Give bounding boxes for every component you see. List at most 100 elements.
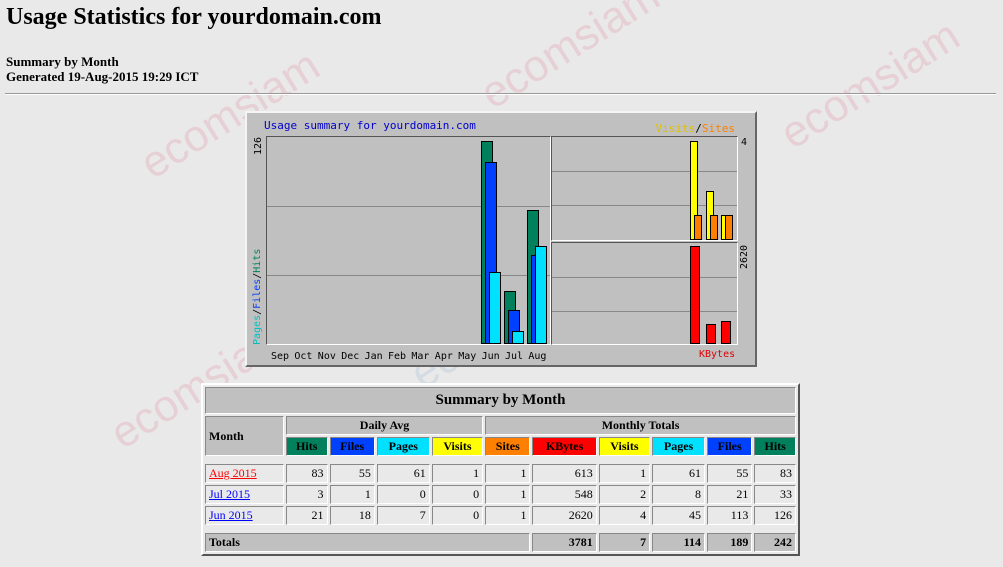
col-daily-hits: Hits [285, 437, 328, 456]
totals-row: Totals 3781 7 114 189 242 [205, 533, 796, 552]
table-row: Jun 2015 21 18 7 0 1 2620 4 45 113 126 [205, 506, 796, 525]
visits-axis-max: 4 [741, 137, 748, 148]
totals-kbytes: 3781 [532, 533, 597, 552]
sites-bar [694, 215, 702, 240]
totals-visits: 7 [598, 533, 651, 552]
pages-bar [535, 245, 548, 344]
col-visits: Visits [598, 437, 651, 456]
left-axis-label: Pages/Files/Hits [252, 249, 263, 345]
table-cell: 0 [431, 485, 484, 504]
legend-separator: / [695, 122, 702, 135]
table-cell: 1 [485, 464, 531, 483]
table-cell: 21 [285, 506, 328, 525]
visits-sites-panel [551, 136, 738, 241]
table-cell: 126 [754, 506, 796, 525]
table-cell: 0 [376, 485, 430, 504]
summary-table: Summary by Month Month Daily Avg Monthly… [201, 383, 800, 556]
month-tick-label: Oct [294, 351, 313, 362]
month-cell: Aug 2015 [205, 464, 284, 483]
table-cell: 2 [598, 485, 651, 504]
month-cell: Jul 2015 [205, 485, 284, 504]
col-pages: Pages [652, 437, 705, 456]
summary-subtitle: Summary by Month [6, 54, 119, 69]
table-cell: 21 [706, 485, 753, 504]
watermark: ecomsiam [771, 10, 968, 159]
col-files: Files [706, 437, 753, 456]
table-cell: 1 [485, 485, 531, 504]
table-cell: 45 [652, 506, 705, 525]
col-sites: Sites [485, 437, 531, 456]
month-tick-label: Aug [528, 351, 547, 362]
table-cell: 0 [431, 506, 484, 525]
table-title: Summary by Month [205, 387, 796, 414]
axis-separator: / [252, 272, 263, 279]
totals-hits: 242 [754, 533, 796, 552]
table-cell: 1 [485, 506, 531, 525]
table-cell: 548 [532, 485, 597, 504]
totals-label: Totals [205, 533, 531, 552]
totals-pages: 114 [652, 533, 705, 552]
col-hits: Hits [754, 437, 796, 456]
month-tick-label: Feb [388, 351, 407, 362]
table-cell: 8 [652, 485, 705, 504]
table-row: Aug 2015 83 55 61 1 1 613 1 61 55 83 [205, 464, 796, 483]
monthly-totals-header: Monthly Totals [485, 416, 796, 435]
table-cell: 613 [532, 464, 597, 483]
month-tick-label: Apr [434, 351, 453, 362]
table-cell: 61 [376, 464, 430, 483]
table-cell: 33 [754, 485, 796, 504]
table-cell: 61 [652, 464, 705, 483]
legend-visits: Visits [655, 122, 696, 135]
kbytes-label: KBytes [699, 349, 736, 360]
month-tick-label: Sep [271, 351, 290, 362]
col-daily-files: Files [329, 437, 375, 456]
table-cell: 7 [376, 506, 430, 525]
pages-bar [488, 271, 501, 344]
totals-files: 189 [706, 533, 753, 552]
usage-summary-chart: Usage summary for yourdomain.com Visits/… [245, 111, 757, 367]
col-kbytes: KBytes [532, 437, 597, 456]
chart-legend-visits-sites: Visits/Sites [656, 122, 736, 135]
legend-sites: Sites [701, 122, 735, 135]
table-cell: 55 [329, 464, 375, 483]
table-row: Jul 2015 3 1 0 0 1 548 2 8 21 33 [205, 485, 796, 504]
table-cell: 55 [706, 464, 753, 483]
axis-separator: / [252, 308, 263, 315]
month-cell: Jun 2015 [205, 506, 284, 525]
col-daily-pages: Pages [376, 437, 430, 456]
month-link[interactable]: Jun 2015 [209, 508, 253, 522]
kbytes-panel [551, 242, 738, 345]
table-cell: 83 [285, 464, 328, 483]
table-cell: 18 [329, 506, 375, 525]
kbytes-axis-max: 2620 [739, 244, 750, 269]
table-cell: 1 [598, 464, 651, 483]
watermark: ecomsiam [471, 0, 668, 119]
axis-pages-label: Pages [252, 314, 263, 345]
table-cell: 4 [598, 506, 651, 525]
sites-bar [709, 215, 718, 240]
month-tick-label: Jun [481, 351, 500, 362]
hits-files-pages-panel [266, 136, 551, 345]
month-header: Month [205, 416, 284, 456]
generated-timestamp: Generated 19-Aug-2015 19:29 ICT [6, 69, 199, 84]
month-tick-label: Nov [317, 351, 336, 362]
daily-avg-header: Daily Avg [285, 416, 484, 435]
table-cell: 113 [706, 506, 753, 525]
pages-bar [512, 331, 524, 344]
month-link[interactable]: Aug 2015 [209, 466, 257, 480]
month-tick-label: Mar [411, 351, 430, 362]
axis-files-label: Files [252, 278, 263, 309]
kbytes-bar [721, 321, 731, 344]
month-tick-label: May [458, 351, 477, 362]
kbytes-bar [690, 246, 700, 344]
table-cell: 83 [754, 464, 796, 483]
month-tick-label: Dec [341, 351, 360, 362]
table-cell: 1 [431, 464, 484, 483]
kbytes-bar [705, 323, 716, 344]
chart-title: Usage summary for yourdomain.com [264, 119, 476, 132]
sites-bar [725, 215, 733, 240]
month-tick-label: Jan [364, 351, 383, 362]
month-tick-label: Jul [505, 351, 524, 362]
table-cell: 1 [329, 485, 375, 504]
month-link[interactable]: Jul 2015 [209, 487, 250, 501]
